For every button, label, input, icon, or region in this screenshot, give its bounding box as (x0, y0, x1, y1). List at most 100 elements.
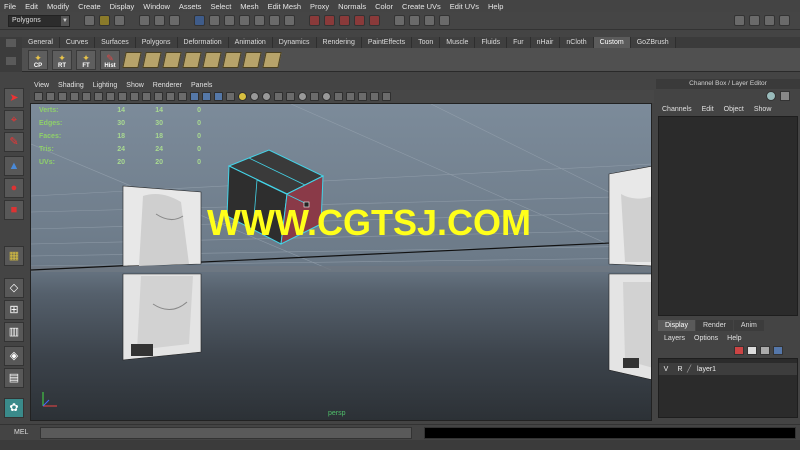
wireframe-icon[interactable] (190, 92, 199, 101)
shelf-tab-dynamics[interactable]: Dynamics (272, 37, 317, 48)
menu-display[interactable]: Display (110, 2, 135, 11)
list-item[interactable]: V R ╱ layer1 (659, 363, 797, 375)
shelf-tab-toon[interactable]: Toon (412, 37, 441, 48)
channel-box-area[interactable] (658, 116, 798, 316)
script-language-toggle[interactable]: MEL (14, 429, 32, 436)
menu-create[interactable]: Create (78, 2, 101, 11)
layer-color-swatch[interactable]: ╱ (687, 365, 697, 373)
xray-active-icon[interactable] (310, 92, 319, 101)
shelf-tool-icon[interactable] (262, 51, 282, 68)
lasso-tool-icon[interactable]: ⌖ (4, 110, 24, 130)
shelf-tab-polygons[interactable]: Polygons (135, 37, 178, 48)
shelf-button-ft[interactable]: ✦ FT (76, 49, 96, 70)
last-tool-icon[interactable]: ▦ (4, 246, 24, 266)
menu-edit-mesh[interactable]: Edit Mesh (268, 2, 301, 11)
shelf-tool-icon[interactable] (182, 51, 202, 68)
shelf-button-hist[interactable]: ✎ Hist (100, 49, 120, 70)
shelf-tool-icon[interactable] (122, 51, 142, 68)
shelf-tool-icon[interactable] (242, 51, 262, 68)
safe-title-icon[interactable] (178, 92, 187, 101)
panel-menu-show[interactable]: Show (126, 82, 144, 89)
shelf-tab-nhair[interactable]: nHair (530, 37, 561, 48)
smooth-shade-icon[interactable] (202, 92, 211, 101)
shelf-tool-icon[interactable] (222, 51, 242, 68)
shelf-tab-general[interactable]: General (22, 37, 60, 48)
attribute-editor-toggle-icon[interactable] (734, 15, 745, 26)
panel-menu-panels[interactable]: Panels (191, 82, 212, 89)
camera-attributes-icon[interactable] (46, 92, 55, 101)
shelf-button-rt[interactable]: ✦ RT (52, 49, 72, 70)
mask-rendering-icon[interactable] (284, 15, 295, 26)
new-scene-icon[interactable] (84, 15, 95, 26)
field-chart-icon[interactable] (154, 92, 163, 101)
shelf-tool-icon[interactable] (202, 51, 222, 68)
film-gate-icon[interactable] (118, 92, 127, 101)
menu-select[interactable]: Select (210, 2, 231, 11)
shelf-tab-custom[interactable]: Custom (593, 37, 631, 48)
select-component-icon[interactable] (169, 15, 180, 26)
shelf-tab-rendering[interactable]: Rendering (316, 37, 362, 48)
layout-toggle-icon[interactable] (779, 15, 790, 26)
menu-normals[interactable]: Normals (338, 2, 366, 11)
anti-aliasing-icon[interactable] (334, 92, 343, 101)
shelf-tab-surfaces[interactable]: Surfaces (95, 37, 136, 48)
cb-menu-object[interactable]: Object (724, 106, 744, 113)
snapshot-icon[interactable] (382, 92, 391, 101)
layout-single-icon[interactable]: ◇ (4, 278, 24, 298)
cb-menu-edit[interactable]: Edit (702, 106, 714, 113)
mask-dynamics-icon[interactable] (269, 15, 280, 26)
layer-menu-layers[interactable]: Layers (664, 335, 685, 342)
mask-curves-icon[interactable] (224, 15, 235, 26)
layer-tab-display[interactable]: Display (658, 320, 695, 331)
menu-modify[interactable]: Modify (47, 2, 69, 11)
layer-tab-render[interactable]: Render (695, 320, 733, 331)
select-object-icon[interactable] (154, 15, 165, 26)
shelf-tab-gozbrush[interactable]: GoZBrush (630, 37, 676, 48)
menu-file[interactable]: File (4, 2, 16, 11)
select-camera-icon[interactable] (34, 92, 43, 101)
menu-help[interactable]: Help (488, 2, 503, 11)
new-layer-selected-icon[interactable] (747, 346, 757, 355)
depth-of-field-icon[interactable] (346, 92, 355, 101)
high-quality-icon[interactable] (262, 92, 271, 101)
layout-persp-outliner-icon[interactable]: ◈ (4, 346, 24, 366)
layer-visibility-toggle[interactable]: V (659, 366, 673, 373)
snap-point-icon[interactable] (339, 15, 350, 26)
xray-icon[interactable] (274, 92, 283, 101)
ambient-occlusion-icon[interactable] (322, 92, 331, 101)
mask-joints-icon[interactable] (209, 15, 220, 26)
select-hierarchy-icon[interactable] (139, 15, 150, 26)
shelf-tab-muscle[interactable]: Muscle (440, 37, 476, 48)
shelf-tab-curves[interactable]: Curves (59, 37, 96, 48)
layer-move-up-icon[interactable] (760, 346, 770, 355)
cb-menu-channels[interactable]: Channels (662, 106, 692, 113)
shelf-menu-icon[interactable] (6, 39, 16, 47)
move-tool-icon[interactable]: ▲ (4, 156, 24, 176)
camera-sequencer-icon[interactable] (370, 92, 379, 101)
tool-settings-toggle-icon[interactable] (749, 15, 760, 26)
bookmark-icon[interactable] (58, 92, 67, 101)
snap-view-plane-icon[interactable] (354, 15, 365, 26)
mask-surfaces-icon[interactable] (239, 15, 250, 26)
grid-icon[interactable] (106, 92, 115, 101)
gate-mask-icon[interactable] (142, 92, 151, 101)
layer-move-down-icon[interactable] (773, 346, 783, 355)
shelf-tab-deformation[interactable]: Deformation (177, 37, 229, 48)
layer-reference-toggle[interactable]: R (673, 366, 687, 373)
shadows-icon[interactable] (250, 92, 259, 101)
menu-edit[interactable]: Edit (25, 2, 38, 11)
make-live-icon[interactable] (369, 15, 380, 26)
snap-curve-icon[interactable] (324, 15, 335, 26)
menu-assets[interactable]: Assets (179, 2, 202, 11)
shelf-tool-icon[interactable] (162, 51, 182, 68)
textured-icon[interactable] (226, 92, 235, 101)
layer-menu-help[interactable]: Help (727, 335, 741, 342)
panel-menu-lighting[interactable]: Lighting (93, 82, 118, 89)
command-input[interactable] (40, 426, 412, 439)
image-plane-icon[interactable] (70, 92, 79, 101)
new-layer-icon[interactable] (734, 346, 744, 355)
history-icon[interactable] (394, 15, 405, 26)
safe-action-icon[interactable] (166, 92, 175, 101)
paint-select-tool-icon[interactable]: ✎ (4, 132, 24, 152)
resolution-gate-icon[interactable] (130, 92, 139, 101)
